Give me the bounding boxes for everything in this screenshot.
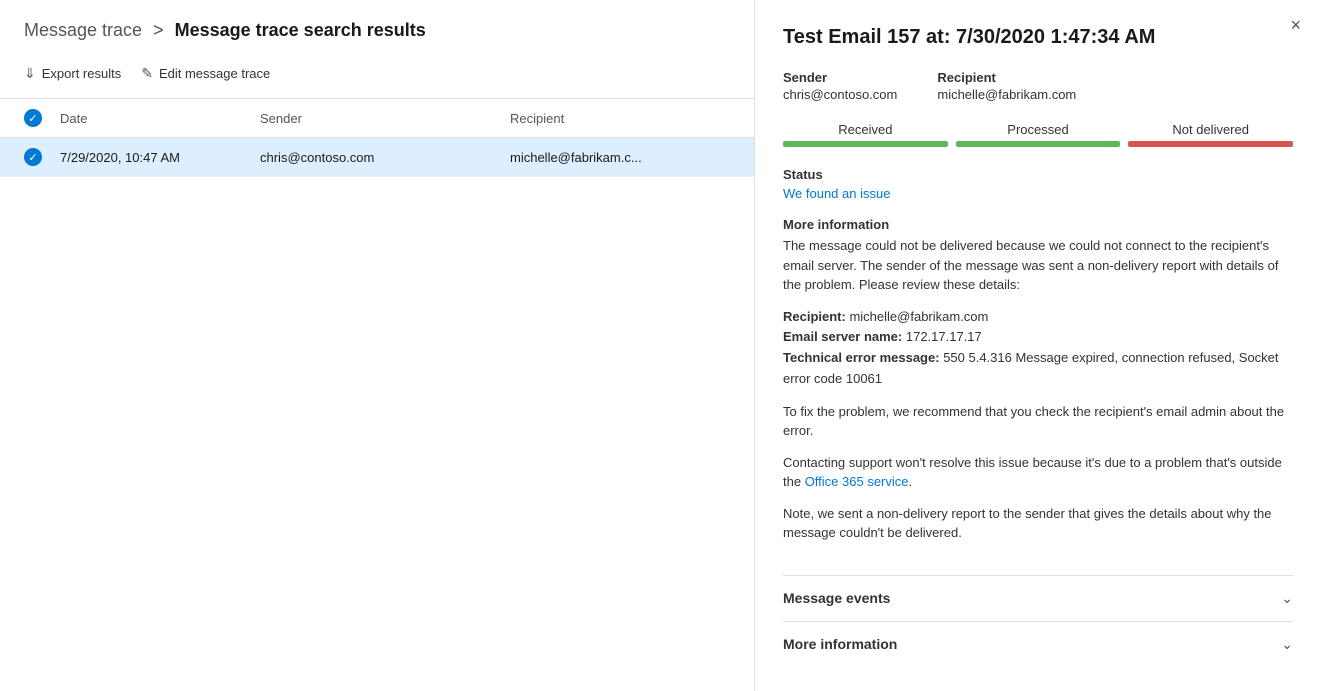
step-not-delivered-label: Not delivered bbox=[1172, 122, 1249, 137]
more-information-chevron-icon: ⌄ bbox=[1281, 636, 1293, 653]
breadcrumb: Message trace > Message trace search res… bbox=[24, 20, 730, 41]
col-check-header: ✓ bbox=[24, 109, 60, 127]
step-received-bar bbox=[783, 141, 948, 147]
step-not-delivered-bar bbox=[1128, 141, 1293, 147]
col-date-header: Date bbox=[60, 111, 260, 126]
row-date: 7/29/2020, 10:47 AM bbox=[60, 150, 260, 165]
recipient-value: michelle@fabrikam.com bbox=[937, 87, 1076, 102]
detail-error-line: Technical error message: 550 5.4.316 Mes… bbox=[783, 348, 1293, 390]
step-processed: Processed bbox=[956, 122, 1121, 147]
more-information-section[interactable]: More information ⌄ bbox=[783, 621, 1293, 667]
status-label: Status bbox=[783, 167, 1293, 182]
right-panel: × Test Email 157 at: 7/30/2020 1:47:34 A… bbox=[755, 0, 1321, 691]
breadcrumb-separator: > bbox=[153, 20, 164, 40]
breadcrumb-current: Message trace search results bbox=[175, 20, 426, 40]
support-text: Contacting support won't resolve this is… bbox=[783, 453, 1293, 492]
fix-text: To fix the problem, we recommend that yo… bbox=[783, 402, 1293, 441]
support-text-part2: . bbox=[909, 474, 913, 489]
message-events-chevron-icon: ⌄ bbox=[1281, 590, 1293, 607]
export-icon: ⇓ bbox=[24, 65, 36, 82]
toolbar: ⇓ Export results ✎ Edit message trace bbox=[0, 53, 754, 99]
more-information-label: More information bbox=[783, 636, 897, 652]
more-info-label: More information bbox=[783, 217, 1293, 232]
step-processed-label: Processed bbox=[1007, 122, 1068, 137]
detail-server-value: 172.17.17.17 bbox=[906, 329, 982, 344]
breadcrumb-area: Message trace > Message trace search res… bbox=[0, 0, 754, 53]
detail-error-key: Technical error message: bbox=[783, 350, 940, 365]
detail-recipient-line: Recipient: michelle@fabrikam.com bbox=[783, 307, 1293, 328]
table-row[interactable]: ✓ 7/29/2020, 10:47 AM chris@contoso.com … bbox=[0, 138, 754, 177]
more-info-section: More information The message could not b… bbox=[783, 217, 1293, 555]
breadcrumb-parent[interactable]: Message trace bbox=[24, 20, 142, 40]
steps-container: Received Processed Not delivered bbox=[783, 122, 1293, 147]
detail-server-line: Email server name: 172.17.17.17 bbox=[783, 327, 1293, 348]
note-text: Note, we sent a non-delivery report to t… bbox=[783, 504, 1293, 543]
sender-label: Sender bbox=[783, 70, 897, 85]
step-not-delivered: Not delivered bbox=[1128, 122, 1293, 147]
col-recipient-header: Recipient bbox=[510, 111, 730, 126]
detail-server-key: Email server name: bbox=[783, 329, 902, 344]
more-info-text: The message could not be delivered becau… bbox=[783, 236, 1293, 295]
status-value: We found an issue bbox=[783, 186, 1293, 201]
row-check: ✓ bbox=[24, 148, 60, 166]
sender-value: chris@contoso.com bbox=[783, 87, 897, 102]
close-button[interactable]: × bbox=[1290, 16, 1301, 34]
row-sender: chris@contoso.com bbox=[260, 150, 510, 165]
detail-recipient-value: michelle@fabrikam.com bbox=[849, 309, 988, 324]
status-section: Status We found an issue bbox=[783, 167, 1293, 201]
message-events-section[interactable]: Message events ⌄ bbox=[783, 575, 1293, 621]
edit-message-trace-button[interactable]: ✎ Edit message trace bbox=[141, 61, 270, 86]
step-received-label: Received bbox=[838, 122, 892, 137]
detail-recipient-key: Recipient: bbox=[783, 309, 846, 324]
sender-block: Sender chris@contoso.com bbox=[783, 70, 897, 102]
col-sender-header: Sender bbox=[260, 111, 510, 126]
row-check-icon: ✓ bbox=[24, 148, 42, 166]
edit-label: Edit message trace bbox=[159, 66, 270, 81]
office365-link[interactable]: Office 365 service bbox=[805, 474, 909, 489]
table-area: ✓ Date Sender Recipient ✓ 7/29/2020, 10:… bbox=[0, 99, 754, 691]
panel-title: Test Email 157 at: 7/30/2020 1:47:34 AM bbox=[783, 24, 1293, 50]
sender-recipient-row: Sender chris@contoso.com Recipient miche… bbox=[783, 70, 1293, 102]
message-events-label: Message events bbox=[783, 590, 890, 606]
export-results-button[interactable]: ⇓ Export results bbox=[24, 61, 121, 86]
export-label: Export results bbox=[42, 66, 121, 81]
recipient-block: Recipient michelle@fabrikam.com bbox=[937, 70, 1076, 102]
step-processed-bar bbox=[956, 141, 1121, 147]
step-received: Received bbox=[783, 122, 948, 147]
recipient-label: Recipient bbox=[937, 70, 1076, 85]
row-recipient: michelle@fabrikam.c... bbox=[510, 150, 730, 165]
edit-icon: ✎ bbox=[141, 65, 153, 82]
select-all-icon[interactable]: ✓ bbox=[24, 109, 42, 127]
table-header: ✓ Date Sender Recipient bbox=[0, 99, 754, 138]
left-panel: Message trace > Message trace search res… bbox=[0, 0, 755, 691]
